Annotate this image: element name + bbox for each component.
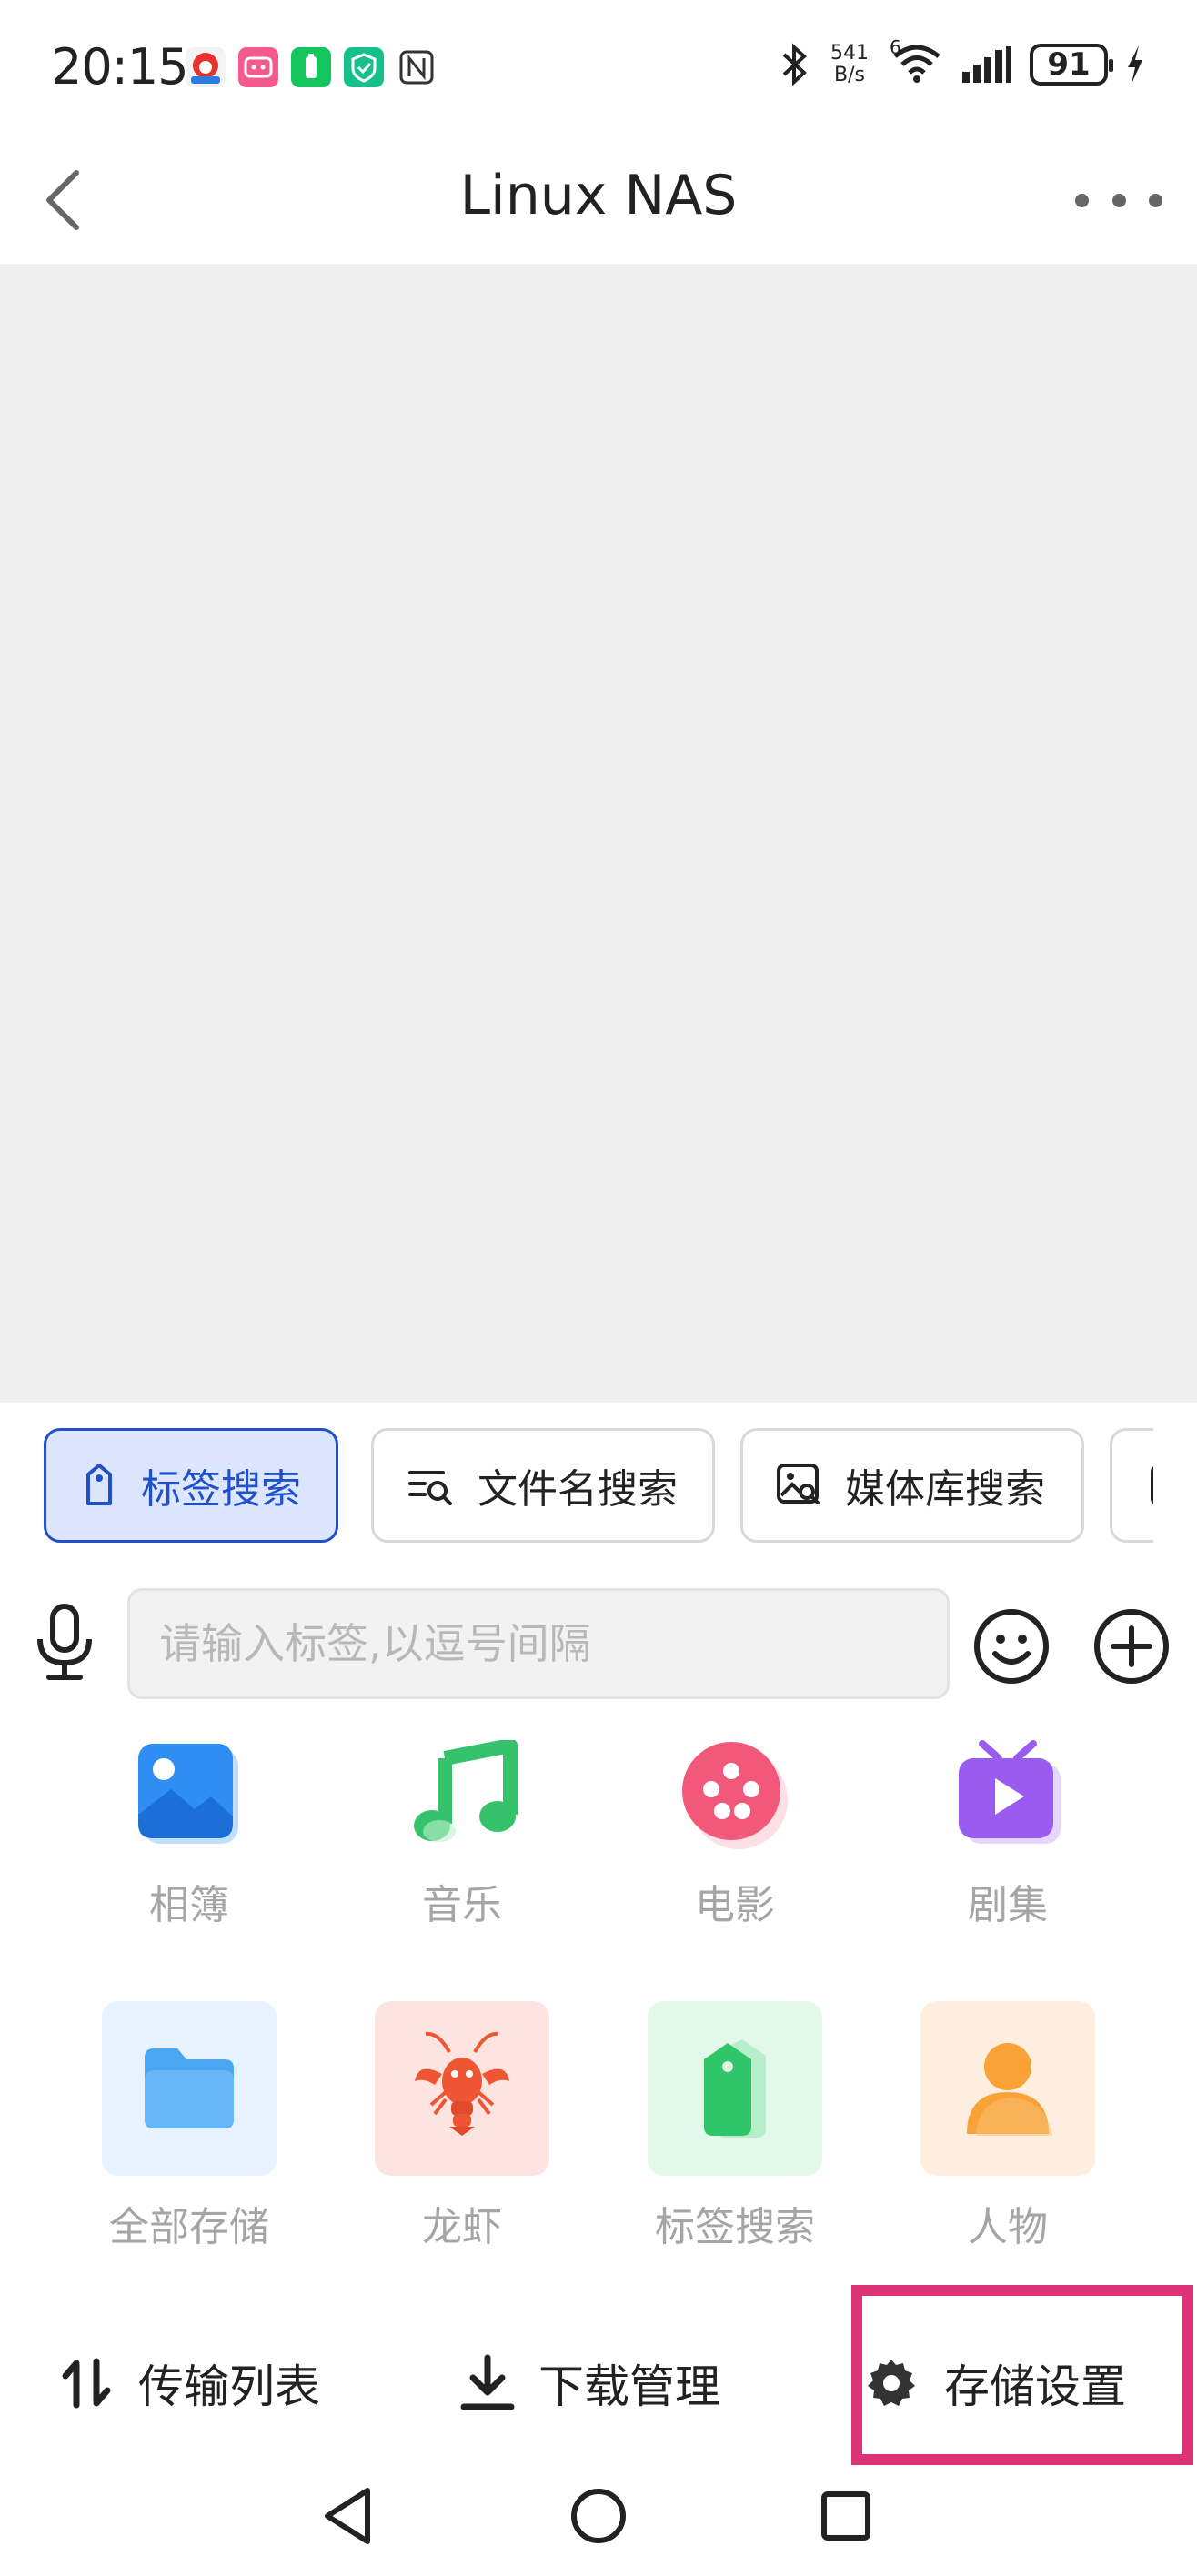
more-options-button[interactable] bbox=[1075, 178, 1162, 222]
circle-home-icon bbox=[571, 2489, 626, 2543]
folder-icon bbox=[145, 2048, 234, 2128]
category-label: 剧集 bbox=[968, 1882, 1048, 1928]
battery-level: 91 bbox=[1047, 46, 1091, 83]
category-label: 全部存储 bbox=[109, 2204, 269, 2250]
square-recents-icon bbox=[821, 2491, 870, 2541]
image-search-icon bbox=[777, 1464, 820, 1504]
highlight-annotation-box bbox=[851, 2285, 1193, 2465]
category-all-storage[interactable]: 全部存储 bbox=[53, 2001, 326, 2252]
more-dot-icon bbox=[1149, 193, 1162, 207]
transfer-list-button[interactable]: 传输列表 bbox=[60, 2329, 320, 2438]
tab-label: 媒体库搜索 bbox=[845, 1466, 1045, 1513]
battery-indicator: 91 bbox=[1030, 44, 1113, 86]
content-area bbox=[0, 264, 1197, 1403]
category-label: 龙虾 bbox=[422, 2204, 502, 2250]
green-shield-icon bbox=[344, 47, 384, 87]
category-people[interactable]: 人物 bbox=[871, 2001, 1144, 2252]
tag-search-input[interactable] bbox=[127, 1588, 950, 1699]
category-series[interactable]: 剧集 bbox=[871, 1736, 1144, 1930]
nav-home-button[interactable] bbox=[562, 2480, 635, 2552]
nav-back-button[interactable] bbox=[313, 2480, 386, 2552]
category-movie[interactable]: 电影 bbox=[598, 1736, 871, 1930]
bluetooth-icon bbox=[782, 43, 807, 86]
download-icon bbox=[460, 2354, 515, 2410]
album-icon bbox=[138, 1744, 238, 1844]
smiley-icon bbox=[974, 1609, 1049, 1684]
emoji-button[interactable] bbox=[971, 1606, 1051, 1686]
tv-icon bbox=[959, 1740, 1061, 1844]
microphone-icon bbox=[37, 1604, 92, 1680]
tab-partial-icon bbox=[1151, 1466, 1153, 1504]
tab-more-partial[interactable] bbox=[1110, 1428, 1153, 1543]
action-label: 传输列表 bbox=[138, 2360, 320, 2413]
more-dot-icon bbox=[1075, 193, 1089, 207]
charging-icon bbox=[1128, 45, 1142, 84]
app-screen: 20:15 541 B/s 6 91 Linux NAS 标签搜索 文件名搜索 … bbox=[0, 0, 1197, 2576]
tab-tag-search[interactable]: 标签搜索 bbox=[44, 1428, 338, 1543]
triangle-back-icon bbox=[325, 2488, 370, 2544]
category-lobster[interactable]: 龙虾 bbox=[326, 2001, 598, 2252]
category-tag-search[interactable]: 标签搜索 bbox=[598, 2001, 871, 2252]
net-speed: 541 B/s bbox=[826, 43, 873, 86]
wifi-badge: 6 bbox=[890, 36, 901, 58]
filename-search-icon bbox=[408, 1471, 452, 1505]
system-nav-bar bbox=[0, 2456, 1197, 2576]
category-label: 音乐 bbox=[422, 1882, 502, 1928]
nav-recents-button[interactable] bbox=[810, 2480, 882, 2552]
category-label: 标签搜索 bbox=[655, 2204, 815, 2250]
tag-icon bbox=[86, 1464, 112, 1505]
notification-icons bbox=[186, 47, 437, 87]
download-manager-button[interactable]: 下载管理 bbox=[460, 2329, 720, 2438]
app-red-icon bbox=[186, 47, 226, 87]
lobster-icon bbox=[415, 2031, 509, 2136]
voice-input-button[interactable] bbox=[33, 1601, 96, 1683]
search-type-tabs: 标签搜索 文件名搜索 媒体库搜索 bbox=[44, 1428, 1153, 1543]
tag-icon bbox=[704, 2039, 766, 2138]
transfer-arrows-icon bbox=[62, 2358, 111, 2409]
green-battery-icon bbox=[291, 47, 331, 87]
plus-circle-icon bbox=[1094, 1609, 1169, 1684]
net-speed-value: 541 bbox=[830, 42, 869, 65]
music-note-icon bbox=[414, 1740, 518, 1842]
signal-icon bbox=[962, 46, 1011, 83]
status-time: 20:15 bbox=[51, 38, 189, 96]
tab-label: 标签搜索 bbox=[141, 1466, 301, 1513]
status-right: 541 B/s 6 91 bbox=[779, 36, 1146, 87]
nfc-icon bbox=[397, 47, 437, 87]
more-dot-icon bbox=[1112, 193, 1126, 207]
page-title: Linux NAS bbox=[459, 164, 738, 227]
bilibili-icon bbox=[238, 47, 278, 87]
add-button[interactable] bbox=[1091, 1606, 1172, 1686]
tab-label: 文件名搜索 bbox=[478, 1466, 678, 1513]
tab-media-search[interactable]: 媒体库搜索 bbox=[740, 1428, 1084, 1543]
net-speed-unit: B/s bbox=[834, 64, 865, 86]
category-music[interactable]: 音乐 bbox=[326, 1736, 598, 1930]
tab-filename-search[interactable]: 文件名搜索 bbox=[371, 1428, 715, 1543]
category-album[interactable]: 相簿 bbox=[53, 1736, 326, 1930]
category-label: 相簿 bbox=[149, 1882, 229, 1928]
category-label: 人物 bbox=[968, 2204, 1048, 2250]
person-icon bbox=[967, 2043, 1052, 2136]
film-reel-icon bbox=[682, 1742, 788, 1849]
status-bar: 20:15 541 B/s 6 91 bbox=[0, 0, 1197, 136]
action-label: 下载管理 bbox=[538, 2360, 720, 2413]
wifi-icon: 6 bbox=[890, 36, 944, 87]
category-label: 电影 bbox=[695, 1882, 775, 1928]
app-header: Linux NAS bbox=[0, 136, 1197, 264]
